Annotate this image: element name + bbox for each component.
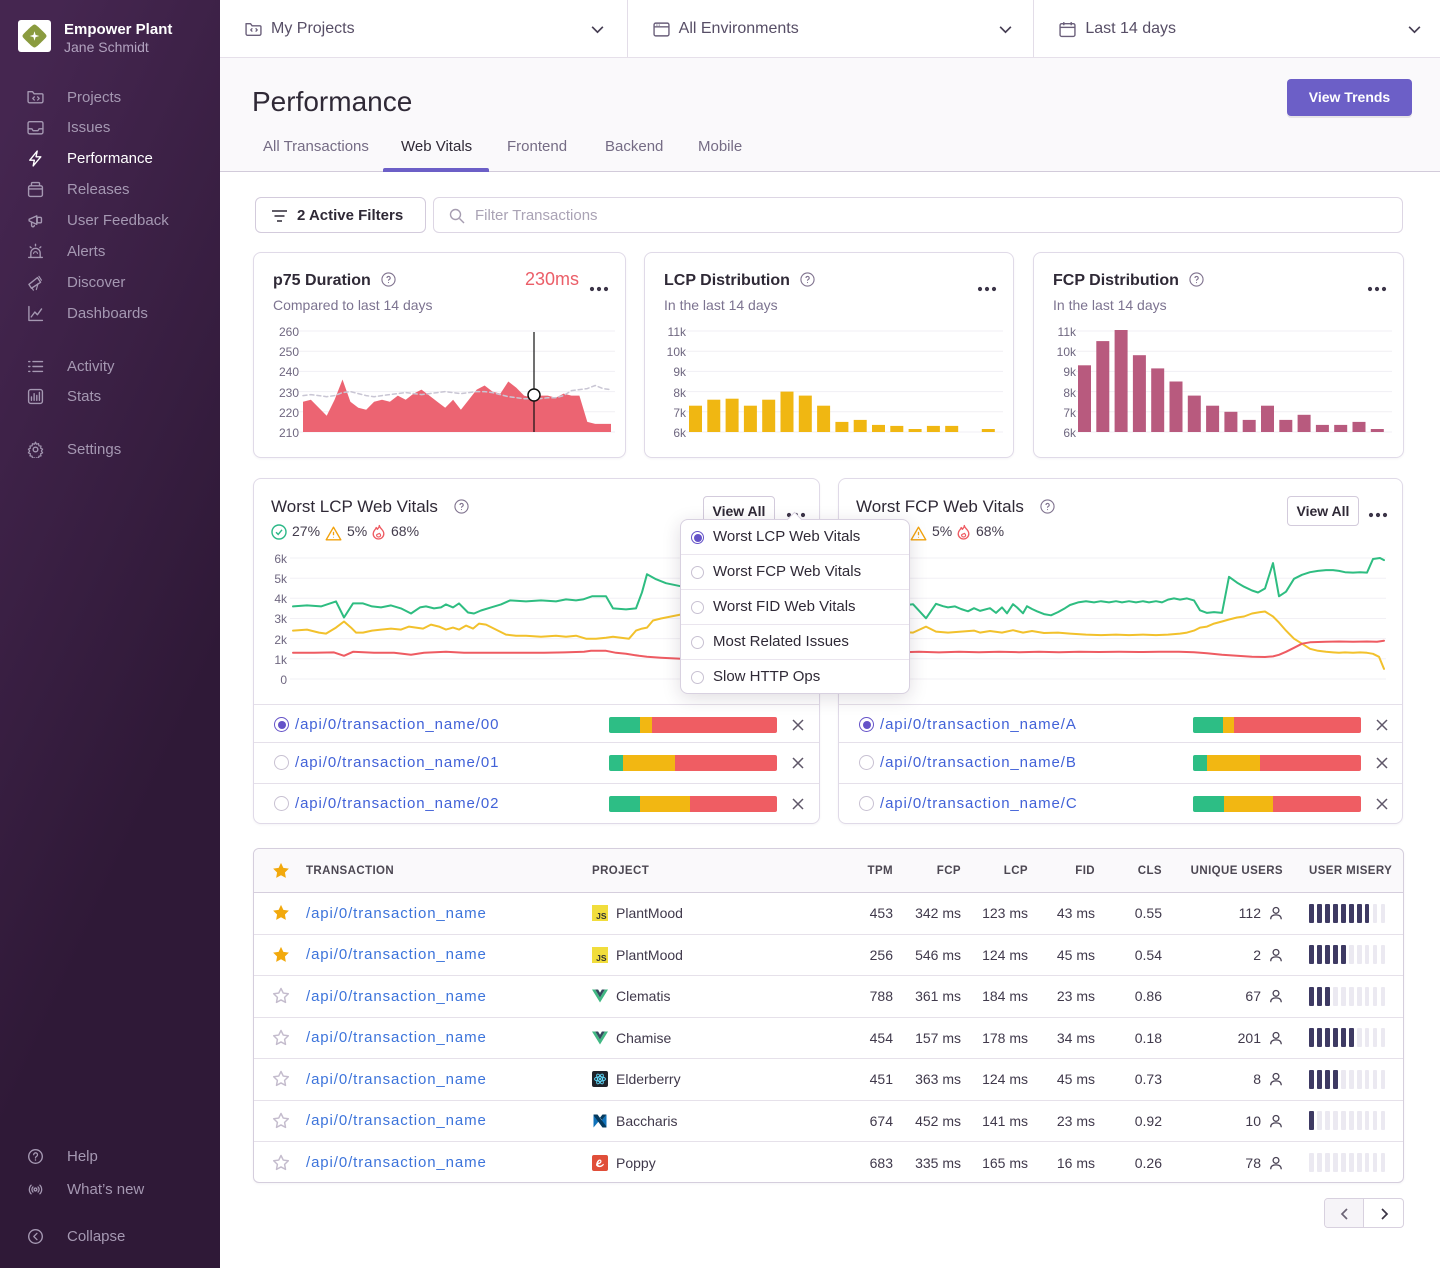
svg-text:JS: JS — [596, 953, 607, 963]
svg-text:JS: JS — [596, 911, 607, 921]
